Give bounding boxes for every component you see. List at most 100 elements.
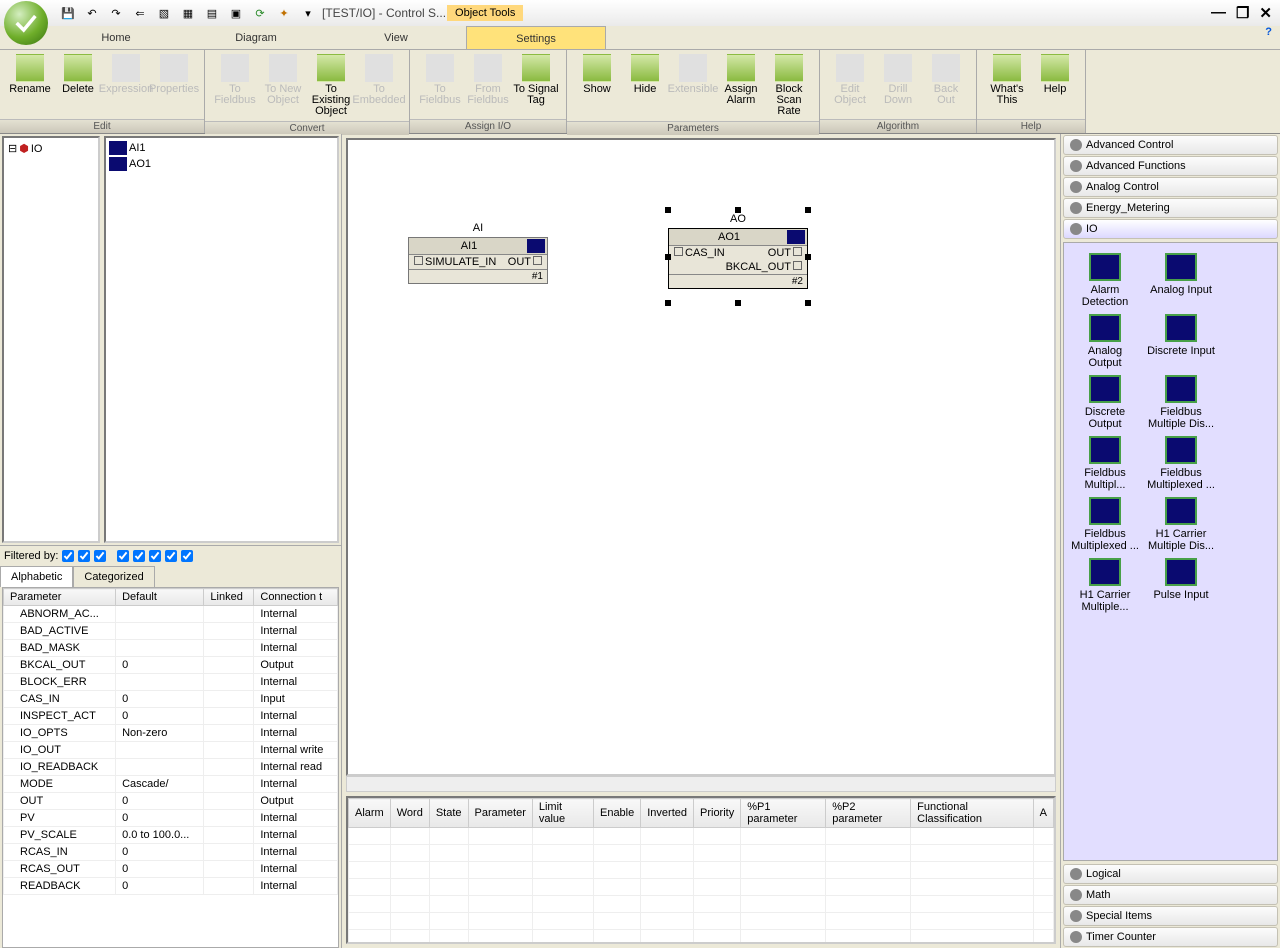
table-row[interactable] xyxy=(349,828,1054,845)
col-header[interactable]: Word xyxy=(390,799,429,828)
col-header[interactable]: Inverted xyxy=(641,799,694,828)
table-row[interactable] xyxy=(349,930,1054,945)
tab-view[interactable]: View xyxy=(326,26,466,49)
col-header[interactable]: Default xyxy=(116,589,204,606)
col-header[interactable]: Parameter xyxy=(4,589,116,606)
pin-checkbox[interactable] xyxy=(533,256,542,265)
palette-tab[interactable]: Logical xyxy=(1063,864,1278,884)
table-row[interactable] xyxy=(349,845,1054,862)
palette-item[interactable]: Fieldbus Multiplexed ... xyxy=(1146,436,1216,491)
diagram-canvas[interactable]: AI AI1 SIMULATE_INOUT #1 AO AO1 CAS_INOU… xyxy=(346,138,1056,776)
close-icon[interactable]: ✕ xyxy=(1259,4,1272,22)
back-icon[interactable]: ⇐ xyxy=(132,5,148,21)
palette-tab[interactable]: Analog Control xyxy=(1063,177,1278,197)
redo-icon[interactable]: ↷ xyxy=(108,5,124,21)
table-row[interactable]: BAD_MASKInternal xyxy=(4,640,338,657)
assign-alarm-button[interactable]: AssignAlarm xyxy=(717,54,765,117)
refresh-icon[interactable]: ⟳ xyxy=(252,5,268,21)
palette-item[interactable]: H1 Carrier Multiple... xyxy=(1070,558,1140,613)
palette-tab[interactable]: Timer Counter xyxy=(1063,927,1278,947)
tool1-icon[interactable]: ▧ xyxy=(156,5,172,21)
undo-icon[interactable]: ↶ xyxy=(84,5,100,21)
hide-button[interactable]: Hide xyxy=(621,54,669,117)
table-row[interactable] xyxy=(349,913,1054,930)
table-row[interactable]: IO_OPTSNon-zeroInternal xyxy=(4,725,338,742)
table-row[interactable]: INSPECT_ACT0Internal xyxy=(4,708,338,725)
table-row[interactable]: BLOCK_ERRInternal xyxy=(4,674,338,691)
table-row[interactable]: ABNORM_AC...Internal xyxy=(4,606,338,623)
tool2-icon[interactable]: ▦ xyxy=(180,5,196,21)
palette-item[interactable]: H1 Carrier Multiple Dis... xyxy=(1146,497,1216,552)
table-row[interactable]: READBACK0Internal xyxy=(4,878,338,895)
selection-handle[interactable] xyxy=(805,207,811,213)
table-row[interactable]: RCAS_IN0Internal xyxy=(4,844,338,861)
tag-icon[interactable]: ✦ xyxy=(276,5,292,21)
list-item[interactable]: AI1 xyxy=(108,140,335,156)
col-header[interactable]: Limit value xyxy=(532,799,593,828)
property-grid[interactable]: ParameterDefaultLinkedConnection tABNORM… xyxy=(2,587,339,948)
table-row[interactable]: PV_SCALE0.0 to 100.0...Internal xyxy=(4,827,338,844)
filter-check-8[interactable] xyxy=(181,550,193,562)
block-scan-rate-button[interactable]: BlockScan Rate xyxy=(765,54,813,117)
delete-button[interactable]: Delete xyxy=(54,54,102,115)
col-header[interactable]: Linked xyxy=(204,589,254,606)
table-row[interactable]: BKCAL_OUT0Output xyxy=(4,657,338,674)
col-header[interactable]: %P2 parameter xyxy=(826,799,911,828)
table-row[interactable] xyxy=(349,879,1054,896)
table-row[interactable]: PV0Internal xyxy=(4,810,338,827)
pin-checkbox[interactable] xyxy=(793,247,802,256)
block-list[interactable]: AI1AO1 xyxy=(104,136,339,543)
palette-item[interactable]: Pulse Input xyxy=(1146,558,1216,613)
tree-node-label[interactable]: IO xyxy=(31,143,43,155)
palette-items[interactable]: Alarm DetectionAnalog InputAnalog Output… xyxy=(1063,242,1278,861)
selection-handle[interactable] xyxy=(665,207,671,213)
selection-handle[interactable] xyxy=(665,300,671,306)
dropdown-icon[interactable]: ▾ xyxy=(300,5,316,21)
tab-diagram[interactable]: Diagram xyxy=(186,26,326,49)
block-ao[interactable]: AO1 CAS_INOUT BKCAL_OUT #2 xyxy=(668,228,808,289)
palette-tab[interactable]: Energy_Metering xyxy=(1063,198,1278,218)
tab-alphabetic[interactable]: Alphabetic xyxy=(0,566,73,587)
show-button[interactable]: Show xyxy=(573,54,621,117)
table-row[interactable] xyxy=(349,896,1054,913)
palette-item[interactable]: Analog Output xyxy=(1070,314,1140,369)
col-header[interactable]: State xyxy=(429,799,468,828)
app-orb[interactable] xyxy=(4,1,48,45)
palette-item[interactable]: Analog Input xyxy=(1146,253,1216,308)
filter-check-6[interactable] xyxy=(149,550,161,562)
rename-button[interactable]: Rename xyxy=(6,54,54,115)
selection-handle[interactable] xyxy=(665,254,671,260)
table-row[interactable]: CAS_IN0Input xyxy=(4,691,338,708)
help-icon[interactable]: ? xyxy=(1265,26,1272,49)
tab-settings[interactable]: Settings xyxy=(466,26,606,49)
col-header[interactable]: Enable xyxy=(593,799,640,828)
palette-tab[interactable]: Math xyxy=(1063,885,1278,905)
selection-handle[interactable] xyxy=(805,254,811,260)
col-header[interactable]: Connection t xyxy=(254,589,338,606)
help-button[interactable]: Help xyxy=(1031,54,1079,115)
filter-check-1[interactable] xyxy=(62,550,74,562)
tool4-icon[interactable]: ▣ xyxy=(228,5,244,21)
col-header[interactable]: %P1 parameter xyxy=(741,799,826,828)
col-header[interactable]: Priority xyxy=(694,799,741,828)
filter-check-3[interactable] xyxy=(94,550,106,562)
filter-check-2[interactable] xyxy=(78,550,90,562)
tab-home[interactable]: Home xyxy=(46,26,186,49)
col-header[interactable]: A xyxy=(1033,799,1053,828)
to-signal-tag-button[interactable]: To SignalTag xyxy=(512,54,560,115)
filter-check-4[interactable] xyxy=(117,550,129,562)
palette-item[interactable]: Alarm Detection xyxy=(1070,253,1140,308)
pin-checkbox[interactable] xyxy=(793,261,802,270)
palette-tab[interactable]: Advanced Functions xyxy=(1063,156,1278,176)
table-row[interactable]: MODECascade/Internal xyxy=(4,776,338,793)
restore-icon[interactable]: ❐ xyxy=(1236,4,1249,22)
col-header[interactable]: Parameter xyxy=(468,799,532,828)
table-row[interactable]: OUT0Output xyxy=(4,793,338,810)
col-header[interactable]: Functional Classification xyxy=(911,799,1033,828)
canvas-hscroll[interactable] xyxy=(346,776,1056,792)
selection-handle[interactable] xyxy=(805,300,811,306)
nav-tree[interactable]: ⊟ ⬢ IO xyxy=(2,136,100,543)
alarm-grid[interactable]: AlarmWordStateParameterLimit valueEnable… xyxy=(346,796,1056,944)
tool3-icon[interactable]: ▤ xyxy=(204,5,220,21)
table-row[interactable]: RCAS_OUT0Internal xyxy=(4,861,338,878)
